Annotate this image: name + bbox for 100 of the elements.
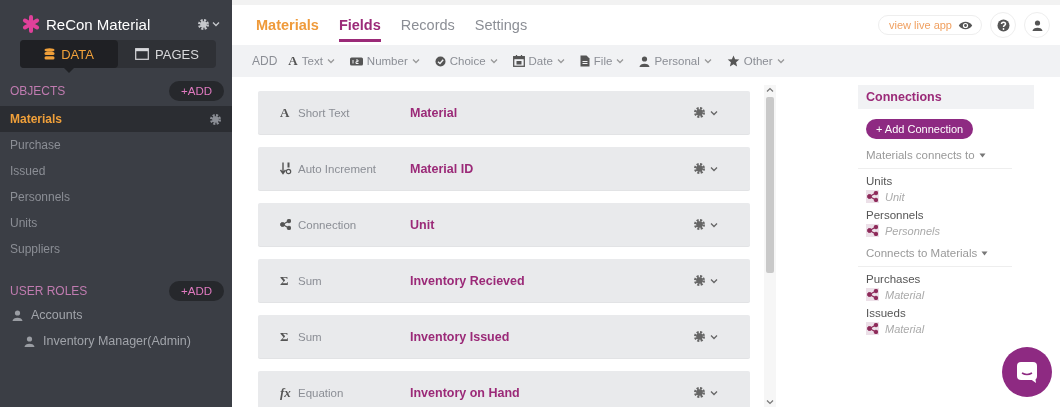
field-row[interactable]: Auto Increment Material ID [258, 147, 750, 190]
object-name: Materials [10, 112, 63, 126]
check-circle-icon [434, 55, 446, 67]
caret-icon [411, 58, 420, 64]
tab[interactable]: Records [400, 8, 455, 42]
field-type: Short Text [298, 106, 351, 119]
caret-icon [556, 58, 565, 64]
field-name: Inventory Issued [410, 329, 511, 344]
field-type-menu[interactable]: Number [349, 53, 420, 69]
field-settings-button[interactable] [691, 160, 720, 177]
caret-icon [710, 165, 718, 172]
share-icon [867, 225, 878, 236]
app-name: ReCon Material [46, 15, 152, 33]
connected-object: Units [865, 174, 894, 187]
user-role-item[interactable]: Inventory Manager(Admin) [0, 328, 232, 354]
help-button[interactable] [990, 12, 1016, 38]
person-icon [12, 309, 23, 321]
connection-field[interactable]: Material [885, 322, 925, 335]
field-settings-button[interactable] [691, 384, 720, 401]
role-name: Inventory Manager(Admin) [43, 334, 191, 348]
panel-title: Connections [858, 85, 1034, 109]
gear-icon [693, 386, 706, 399]
add-connection-button[interactable]: + Add Connection [866, 119, 974, 139]
field-row[interactable]: A Short Text Material [258, 91, 750, 134]
chat-button[interactable] [1002, 347, 1052, 397]
tab[interactable]: Fields [338, 8, 381, 42]
scroll-up-icon [766, 87, 774, 93]
object-item[interactable]: Purchase [0, 132, 232, 158]
field-name: Material [410, 105, 459, 120]
database-icon [44, 48, 56, 60]
field-settings-button[interactable] [691, 104, 720, 121]
connection-group-menu[interactable]: Materials connects to [858, 139, 1012, 169]
object-name: Suppliers [10, 242, 61, 256]
field-type-menu[interactable]: Date [512, 53, 565, 69]
asterisk-logo-icon [22, 15, 40, 33]
tab[interactable]: Settings [474, 8, 528, 42]
field-settings-button[interactable] [691, 272, 720, 289]
object-name: Issued [10, 164, 46, 178]
connection-field[interactable]: Personnels [885, 224, 941, 237]
field-name: Inventory on Hand [410, 385, 521, 400]
object-item[interactable]: Personnels [0, 184, 232, 210]
object-item[interactable]: Materials [0, 106, 232, 132]
caret-icon [326, 58, 335, 64]
field-type: Connection [298, 218, 358, 231]
role-name: Accounts [31, 308, 83, 322]
gear-icon [197, 17, 210, 31]
connected-object: Personnels [865, 208, 925, 221]
field-name: Unit [410, 217, 436, 232]
text-type-icon: A [288, 53, 298, 69]
scrollbar[interactable] [764, 85, 776, 407]
connection-field[interactable]: Material [885, 288, 925, 301]
gear-icon [693, 218, 706, 231]
eye-icon [958, 19, 973, 31]
scroll-down-icon [766, 399, 774, 405]
help-icon [996, 18, 1010, 32]
field-type-menu[interactable]: Choice [434, 53, 498, 69]
chat-icon [1016, 361, 1038, 383]
field-type: Sum [298, 330, 323, 343]
field-type-menu[interactable]: A Text [288, 51, 335, 71]
caret-icon [212, 21, 220, 27]
field-type-icon: Σ [280, 328, 289, 345]
field-settings-button[interactable] [691, 216, 720, 233]
field-row[interactable]: fx Equation Inventory on Hand [258, 371, 750, 407]
caret-icon [489, 58, 498, 64]
window-icon [135, 48, 150, 60]
caret-icon [776, 58, 785, 64]
connected-object: Purchases [865, 272, 922, 285]
number-icon [349, 56, 363, 66]
object-item[interactable]: Issued [0, 158, 232, 184]
field-row[interactable]: Connection Unit [258, 203, 750, 246]
add-button[interactable]: +ADD [169, 281, 224, 301]
field-type-icon: Σ [280, 272, 289, 289]
field-type-icon: fx [280, 384, 291, 401]
view-live-app-button[interactable]: view live app [878, 15, 982, 35]
field-type-menu[interactable]: Personal [639, 53, 712, 69]
user-role-item[interactable]: Accounts [0, 302, 232, 328]
field-type-menu[interactable]: File [579, 53, 625, 69]
field-row[interactable]: Σ Sum Inventory Recieved [258, 259, 750, 302]
object-item[interactable]: Suppliers [0, 236, 232, 262]
field-type-menu[interactable]: Other [726, 53, 785, 69]
gear-icon [693, 274, 706, 287]
share-icon [867, 289, 878, 300]
calendar-icon [512, 55, 525, 67]
sidebar-tab[interactable]: PAGES [118, 40, 216, 68]
section-heading: OBJECTS [10, 84, 66, 98]
caret-icon [710, 109, 718, 116]
person-icon [639, 55, 651, 67]
account-button[interactable] [1024, 12, 1050, 38]
connection-field[interactable]: Unit [885, 190, 905, 203]
field-row[interactable]: Σ Sum Inventory Issued [258, 315, 750, 358]
add-button[interactable]: +ADD [169, 81, 224, 101]
object-title: Materials [256, 17, 319, 33]
caret-icon [710, 277, 718, 284]
object-item[interactable]: Units [0, 210, 232, 236]
field-settings-button[interactable] [691, 328, 720, 345]
gear-icon [693, 330, 706, 343]
person-icon [24, 335, 35, 347]
gear-icon [209, 112, 222, 126]
share-icon [867, 323, 878, 334]
connection-group-menu[interactable]: Connects to Materials [858, 237, 1012, 267]
